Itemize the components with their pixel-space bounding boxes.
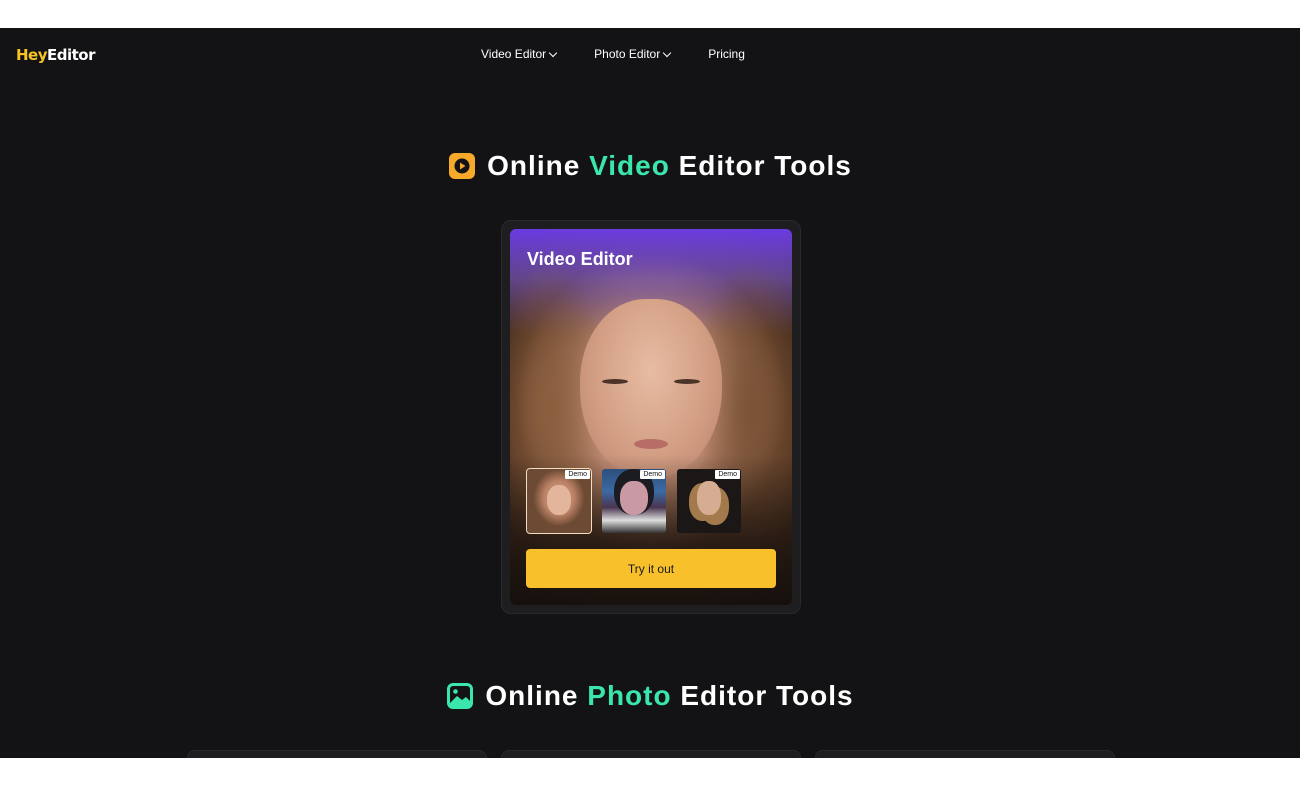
photo-tool-card[interactable]	[815, 750, 1115, 758]
logo-editor-text: Editor	[47, 46, 96, 64]
preview-eye	[602, 379, 628, 384]
card-title: Video Editor	[527, 249, 633, 269]
chevron-down-icon	[662, 48, 672, 57]
photo-section-title: Online Photo Editor Tools	[0, 680, 1300, 712]
try-it-out-button[interactable]: Try it out	[526, 549, 776, 588]
demo-thumbnail[interactable]: Demo	[677, 469, 741, 533]
nav-photo-editor-label: Photo Editor	[594, 47, 661, 61]
main-nav: Video Editor Photo Editor Pricing	[481, 47, 745, 61]
photo-title-pre: Online	[485, 680, 588, 711]
photo-title-post: Editor Tools	[671, 680, 854, 711]
video-title-pre: Online	[487, 150, 590, 181]
demo-thumbnail[interactable]: Demo	[602, 469, 666, 533]
play-icon	[449, 153, 476, 179]
preview-eye	[674, 379, 700, 384]
top-navbar: HeyEditor Video Editor Photo Editor Pric…	[0, 28, 1300, 82]
nav-photo-editor[interactable]: Photo Editor	[594, 47, 672, 61]
photo-title-accent: Photo	[587, 680, 672, 711]
page-viewport: HeyEditor Video Editor Photo Editor Pric…	[0, 28, 1300, 758]
preview-face	[580, 299, 722, 479]
demo-badge: Demo	[715, 470, 740, 479]
video-editor-card[interactable]: Video Editor Demo Demo Demo Try it out	[501, 220, 801, 614]
video-title-accent: Video	[589, 150, 670, 181]
image-icon	[447, 683, 474, 709]
photo-tool-card[interactable]	[501, 750, 801, 758]
nav-video-editor[interactable]: Video Editor	[481, 47, 558, 61]
photo-tool-card[interactable]	[187, 750, 487, 758]
nav-pricing-label: Pricing	[708, 47, 745, 61]
chevron-down-icon	[548, 48, 558, 57]
demo-badge: Demo	[640, 470, 665, 479]
video-editor-preview: Video Editor Demo Demo Demo Try it out	[510, 229, 792, 605]
demo-badge: Demo	[565, 470, 590, 479]
video-title-post: Editor Tools	[669, 150, 852, 181]
nav-video-editor-label: Video Editor	[481, 47, 547, 61]
nav-pricing[interactable]: Pricing	[708, 47, 745, 61]
video-section-title: Online Video Editor Tools	[0, 150, 1300, 182]
preview-lips	[634, 439, 668, 449]
demo-thumbnails: Demo Demo Demo	[526, 468, 752, 534]
logo-hey-text: Hey	[16, 46, 48, 64]
logo[interactable]: HeyEditor	[16, 46, 96, 64]
demo-thumbnail[interactable]: Demo	[526, 468, 592, 534]
